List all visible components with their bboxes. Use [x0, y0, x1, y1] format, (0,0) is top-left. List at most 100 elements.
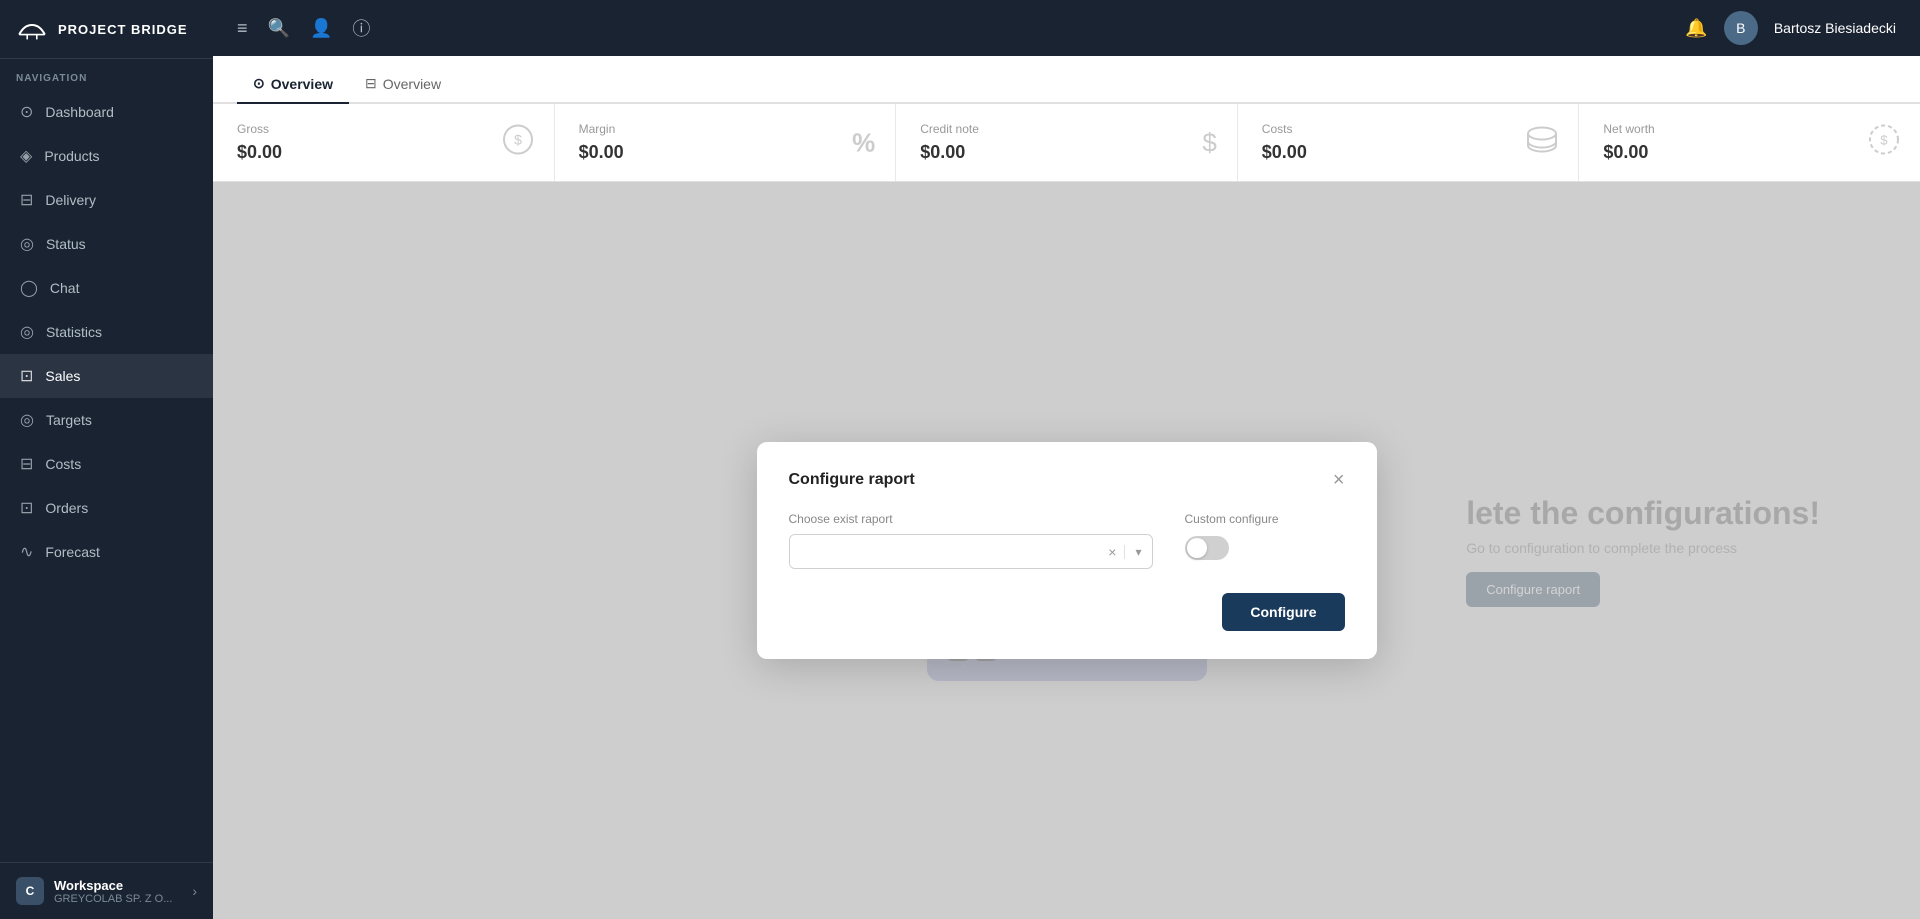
user-name: Bartosz Biesiadecki	[1774, 20, 1896, 36]
sidebar: PROJECT BRIDGE NAVIGATION ⊙ Dashboard ◈ …	[0, 0, 213, 919]
workspace-avatar: C	[16, 877, 44, 905]
raport-select-input[interactable]	[790, 535, 1101, 568]
tabs-bar: ⊙ Overview ⊟ Overview	[213, 56, 1920, 104]
tab-label: Overview	[271, 76, 333, 92]
sidebar-item-statistics[interactable]: ◎ Statistics	[0, 310, 213, 354]
svg-text:$: $	[1880, 132, 1888, 147]
app-title: PROJECT BRIDGE	[58, 22, 188, 37]
networth-label: Net worth	[1603, 122, 1896, 136]
networth-icon: $	[1868, 123, 1900, 162]
margin-icon: %	[852, 127, 875, 158]
gross-value: $0.00	[237, 142, 530, 163]
sidebar-item-dashboard[interactable]: ⊙ Dashboard	[0, 90, 213, 134]
nav-label: NAVIGATION	[0, 59, 213, 90]
margin-label: Margin	[579, 122, 872, 136]
margin-value: $0.00	[579, 142, 872, 163]
dashboard-icon: ⊙	[20, 102, 33, 122]
custom-configure-label: Custom configure	[1185, 512, 1345, 526]
main-content: ≡ 🔍 👤 ⓘ 🔔 B Bartosz Biesiadecki ⊙ Overvi…	[213, 0, 1920, 919]
user-avatar: B	[1724, 11, 1758, 45]
logo-icon	[16, 18, 48, 40]
logo-area: PROJECT BRIDGE	[0, 0, 213, 59]
sidebar-item-label: Chat	[50, 280, 80, 296]
modal-left: Choose exist raport × ▾	[789, 512, 1153, 569]
stat-net-worth: Net worth $0.00 $	[1579, 104, 1920, 181]
gross-label: Gross	[237, 122, 530, 136]
status-icon: ◎	[20, 234, 34, 254]
modal-close-button[interactable]: ×	[1333, 470, 1345, 490]
sidebar-item-forecast[interactable]: ∿ Forecast	[0, 530, 213, 574]
menu-icon[interactable]: ≡	[237, 18, 248, 39]
sidebar-item-targets[interactable]: ◎ Targets	[0, 398, 213, 442]
stat-gross: Gross $0.00 $	[213, 104, 555, 181]
delivery-icon: ⊟	[20, 190, 33, 210]
credit-label: Credit note	[920, 122, 1213, 136]
sidebar-item-label: Statistics	[46, 324, 102, 340]
overview2-icon: ⊟	[365, 75, 377, 92]
configure-modal: Configure raport × Choose exist raport ×…	[757, 442, 1377, 659]
workspace-info: Workspace GREYCOLAB SP. Z O...	[54, 878, 182, 905]
info-icon[interactable]: ⓘ	[352, 15, 370, 41]
costs-label: Costs	[1262, 122, 1555, 136]
sidebar-item-label: Status	[46, 236, 86, 252]
svg-text:$: $	[514, 131, 522, 147]
top-header: ≡ 🔍 👤 ⓘ 🔔 B Bartosz Biesiadecki	[213, 0, 1920, 56]
modal-title: Configure raport	[789, 471, 915, 489]
costs-icon	[1526, 125, 1558, 160]
select-clear-icon[interactable]: ×	[1100, 544, 1124, 560]
sidebar-item-label: Costs	[45, 456, 81, 472]
sidebar-item-label: Orders	[45, 500, 88, 516]
costs-icon: ⊟	[20, 454, 33, 474]
header-left: ≡ 🔍 👤 ⓘ	[237, 15, 370, 41]
configure-button[interactable]: Configure	[1222, 593, 1344, 631]
stats-row: Gross $0.00 $ Margin $0.00 % Credit note…	[213, 104, 1920, 182]
sidebar-item-label: Forecast	[45, 544, 99, 560]
custom-configure-toggle[interactable]	[1185, 536, 1229, 560]
sidebar-item-label: Delivery	[45, 192, 96, 208]
networth-value: $0.00	[1603, 142, 1896, 163]
choose-raport-label: Choose exist raport	[789, 512, 1153, 526]
stat-margin: Margin $0.00 %	[555, 104, 897, 181]
toggle-track	[1185, 536, 1229, 560]
tab-overview2[interactable]: ⊟ Overview	[349, 63, 457, 104]
gross-icon: $	[502, 123, 534, 162]
sidebar-item-label: Products	[44, 148, 99, 164]
statistics-icon: ◎	[20, 322, 34, 342]
toggle-thumb	[1187, 538, 1207, 558]
workspace-sub: GREYCOLAB SP. Z O...	[54, 893, 182, 905]
stat-costs: Costs $0.00	[1238, 104, 1580, 181]
sales-icon: ⊡	[20, 366, 33, 386]
select-container: × ▾	[789, 534, 1153, 569]
person-icon[interactable]: 👤	[310, 18, 332, 39]
sidebar-item-label: Dashboard	[45, 104, 114, 120]
sidebar-item-costs[interactable]: ⊟ Costs	[0, 442, 213, 486]
tab-label: Overview	[383, 76, 441, 92]
header-right: 🔔 B Bartosz Biesiadecki	[1685, 11, 1896, 45]
sidebar-item-status[interactable]: ◎ Status	[0, 222, 213, 266]
credit-value: $0.00	[920, 142, 1213, 163]
search-icon[interactable]: 🔍	[268, 18, 290, 39]
sidebar-item-products[interactable]: ◈ Products	[0, 134, 213, 178]
chat-icon: ◯	[20, 278, 38, 298]
notification-icon[interactable]: 🔔	[1685, 18, 1707, 39]
products-icon: ◈	[20, 146, 32, 166]
modal-header: Configure raport ×	[789, 470, 1345, 490]
targets-icon: ◎	[20, 410, 34, 430]
sidebar-item-delivery[interactable]: ⊟ Delivery	[0, 178, 213, 222]
sidebar-item-label: Sales	[45, 368, 80, 384]
orders-icon: ⊡	[20, 498, 33, 518]
sidebar-item-label: Targets	[46, 412, 92, 428]
tab-overview1[interactable]: ⊙ Overview	[237, 63, 349, 104]
sidebar-item-orders[interactable]: ⊡ Orders	[0, 486, 213, 530]
forecast-icon: ∿	[20, 542, 33, 562]
workspace-name: Workspace	[54, 878, 182, 893]
stat-credit-note: Credit note $0.00 $	[896, 104, 1238, 181]
workspace-area[interactable]: C Workspace GREYCOLAB SP. Z O... ›	[0, 862, 213, 919]
sidebar-item-chat[interactable]: ◯ Chat	[0, 266, 213, 310]
select-dropdown-icon[interactable]: ▾	[1124, 545, 1151, 559]
credit-icon: $	[1202, 127, 1216, 158]
content-area: X ? lete the configurations! Go t	[213, 182, 1920, 919]
costs-value: $0.00	[1262, 142, 1555, 163]
sidebar-item-sales[interactable]: ⊡ Sales	[0, 354, 213, 398]
chevron-right-icon: ›	[192, 883, 197, 899]
